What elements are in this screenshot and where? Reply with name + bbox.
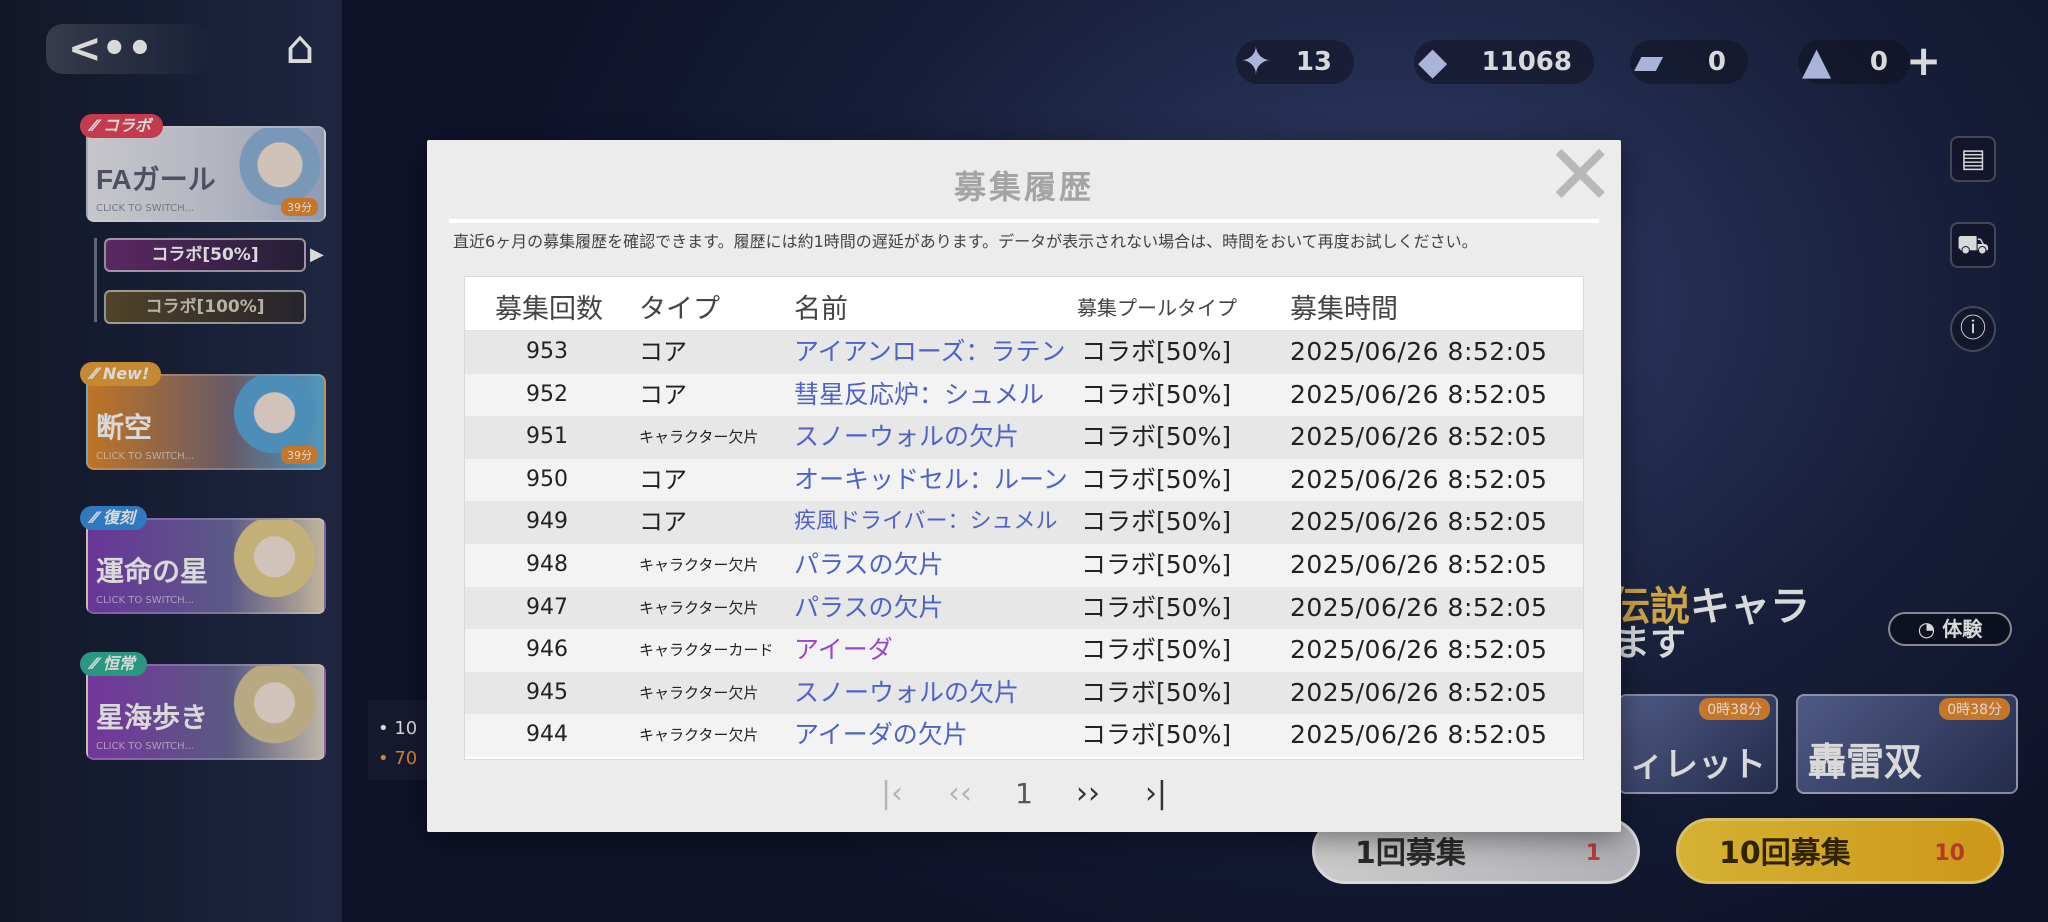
cell-count: 951 <box>526 424 568 450</box>
first-page-icon: |‹ <box>880 776 904 811</box>
close-button[interactable]: ✕ <box>1545 133 1615 217</box>
cell-name: スノーウォルの欠片 <box>794 422 1020 452</box>
table-body: 953 コア アイアンローズ：ラテン コラボ[50%] 2025/06/26 8… <box>465 331 1583 757</box>
table-row: 950 コア オーキッドセル：ルーン コラボ[50%] 2025/06/26 8… <box>465 458 1583 502</box>
modal-description: 直近6ヶ月の募集履歴を確認できます。履歴には約1時間の遅延があります。データが表… <box>453 232 1478 251</box>
current-page: 1 <box>1015 777 1033 810</box>
cell-time: 2025/06/26 8:52:05 <box>1290 635 1548 665</box>
column-header-time: 募集時間 <box>1290 294 1398 325</box>
prev-page-button[interactable]: ‹‹ <box>940 774 980 814</box>
cell-type: キャラクターカード <box>639 641 774 660</box>
table-row: 944 キャラクター欠片 アイーダの欠片 コラボ[50%] 2025/06/26… <box>465 714 1583 757</box>
next-page-icon: ›› <box>1076 776 1100 811</box>
column-header-type: タイプ <box>639 294 720 325</box>
last-page-button[interactable]: ›| <box>1136 774 1176 814</box>
table-row: 949 コア 疾風ドライバー：シュメル コラボ[50%] 2025/06/26 … <box>465 501 1583 544</box>
cell-count: 944 <box>526 722 568 748</box>
cell-count: 946 <box>526 637 568 663</box>
cell-pool: コラボ[50%] <box>1081 635 1232 665</box>
cell-time: 2025/06/26 8:52:05 <box>1290 337 1548 366</box>
cell-pool: コラボ[50%] <box>1081 464 1232 494</box>
table-header: 募集回数 タイプ 名前 募集プールタイプ 募集時間 <box>465 277 1583 331</box>
cell-name: パラスの欠片 <box>794 549 944 579</box>
next-page-button[interactable]: ›› <box>1068 774 1108 814</box>
cell-pool: コラボ[50%] <box>1081 720 1232 750</box>
cell-name: 疾風ドライバー：シュメル <box>794 509 1058 535</box>
cell-count: 945 <box>526 679 568 705</box>
cell-name: パラスの欠片 <box>794 592 944 622</box>
first-page-button[interactable]: |‹ <box>872 774 912 814</box>
cell-count: 953 <box>526 339 568 364</box>
cell-type: キャラクター欠片 <box>639 726 759 745</box>
cell-count: 950 <box>526 466 568 492</box>
table-row: 951 キャラクター欠片 スノーウォルの欠片 コラボ[50%] 2025/06/… <box>465 416 1583 459</box>
modal-title: 募集履歴 <box>953 168 1094 206</box>
table-row: 948 キャラクター欠片 パラスの欠片 コラボ[50%] 2025/06/26 … <box>465 543 1583 587</box>
recruit-history-modal: 募集履歴 ✕ 直近6ヶ月の募集履歴を確認できます。履歴には約1時間の遅延がありま… <box>427 133 1621 832</box>
table-row: 947 キャラクター欠片 パラスの欠片 コラボ[50%] 2025/06/26 … <box>465 586 1583 630</box>
cell-count: 949 <box>526 509 568 535</box>
cell-count: 948 <box>526 551 568 577</box>
cell-time: 2025/06/26 8:52:05 <box>1290 422 1548 452</box>
cell-name: アイアンローズ：ラテン <box>794 337 1066 366</box>
column-header-pool: 募集プールタイプ <box>1077 296 1237 320</box>
cell-pool: コラボ[50%] <box>1081 422 1232 452</box>
history-table: 募集回数 タイプ 名前 募集プールタイプ 募集時間 953 コア アイアンローズ… <box>464 276 1584 760</box>
cell-pool: コラボ[50%] <box>1081 592 1232 622</box>
cell-count: 952 <box>526 381 568 407</box>
cell-time: 2025/06/26 8:52:05 <box>1290 720 1548 750</box>
cell-type: コア <box>639 508 687 537</box>
cell-name: スノーウォルの欠片 <box>794 677 1020 707</box>
cell-name: オーキッドセル：ルーン <box>794 464 1068 494</box>
table-row: 945 キャラクター欠片 スノーウォルの欠片 コラボ[50%] 2025/06/… <box>465 671 1583 715</box>
cell-time: 2025/06/26 8:52:05 <box>1290 549 1548 579</box>
table-row: 946 キャラクターカード アイーダ コラボ[50%] 2025/06/26 8… <box>465 629 1583 672</box>
cell-pool: コラボ[50%] <box>1081 379 1232 409</box>
cell-type: コア <box>639 380 687 409</box>
cell-pool: コラボ[50%] <box>1081 677 1232 707</box>
cell-count: 947 <box>526 594 568 620</box>
cell-pool: コラボ[50%] <box>1081 507 1232 537</box>
last-page-icon: ›| <box>1144 776 1168 811</box>
cell-type: キャラクター欠片 <box>639 428 759 447</box>
cell-type: キャラクター欠片 <box>639 683 759 702</box>
cell-type: コア <box>639 338 687 366</box>
column-header-count: 募集回数 <box>495 294 603 325</box>
cell-type: キャラクター欠片 <box>639 555 759 574</box>
close-icon: ✕ <box>1545 126 1616 224</box>
cell-time: 2025/06/26 8:52:05 <box>1290 592 1548 622</box>
prev-page-icon: ‹‹ <box>948 776 972 811</box>
cell-pool: コラボ[50%] <box>1081 337 1232 366</box>
cell-time: 2025/06/26 8:52:05 <box>1290 677 1548 707</box>
cell-name: 彗星反応炉：シュメル <box>794 379 1045 409</box>
cell-name: アイーダの欠片 <box>794 720 968 750</box>
cell-pool: コラボ[50%] <box>1081 549 1232 579</box>
cell-time: 2025/06/26 8:52:05 <box>1290 379 1548 409</box>
divider <box>449 219 1599 223</box>
cell-type: コア <box>639 465 687 494</box>
table-row: 953 コア アイアンローズ：ラテン コラボ[50%] 2025/06/26 8… <box>465 331 1583 374</box>
pagination: |‹ ‹‹ 1 ›› ›| <box>427 774 1621 814</box>
table-row: 952 コア 彗星反応炉：シュメル コラボ[50%] 2025/06/26 8:… <box>465 373 1583 417</box>
cell-time: 2025/06/26 8:52:05 <box>1290 464 1548 494</box>
column-header-name: 名前 <box>794 294 848 325</box>
cell-name: アイーダ <box>794 635 893 665</box>
cell-type: キャラクター欠片 <box>639 598 759 617</box>
cell-time: 2025/06/26 8:52:05 <box>1290 507 1548 537</box>
